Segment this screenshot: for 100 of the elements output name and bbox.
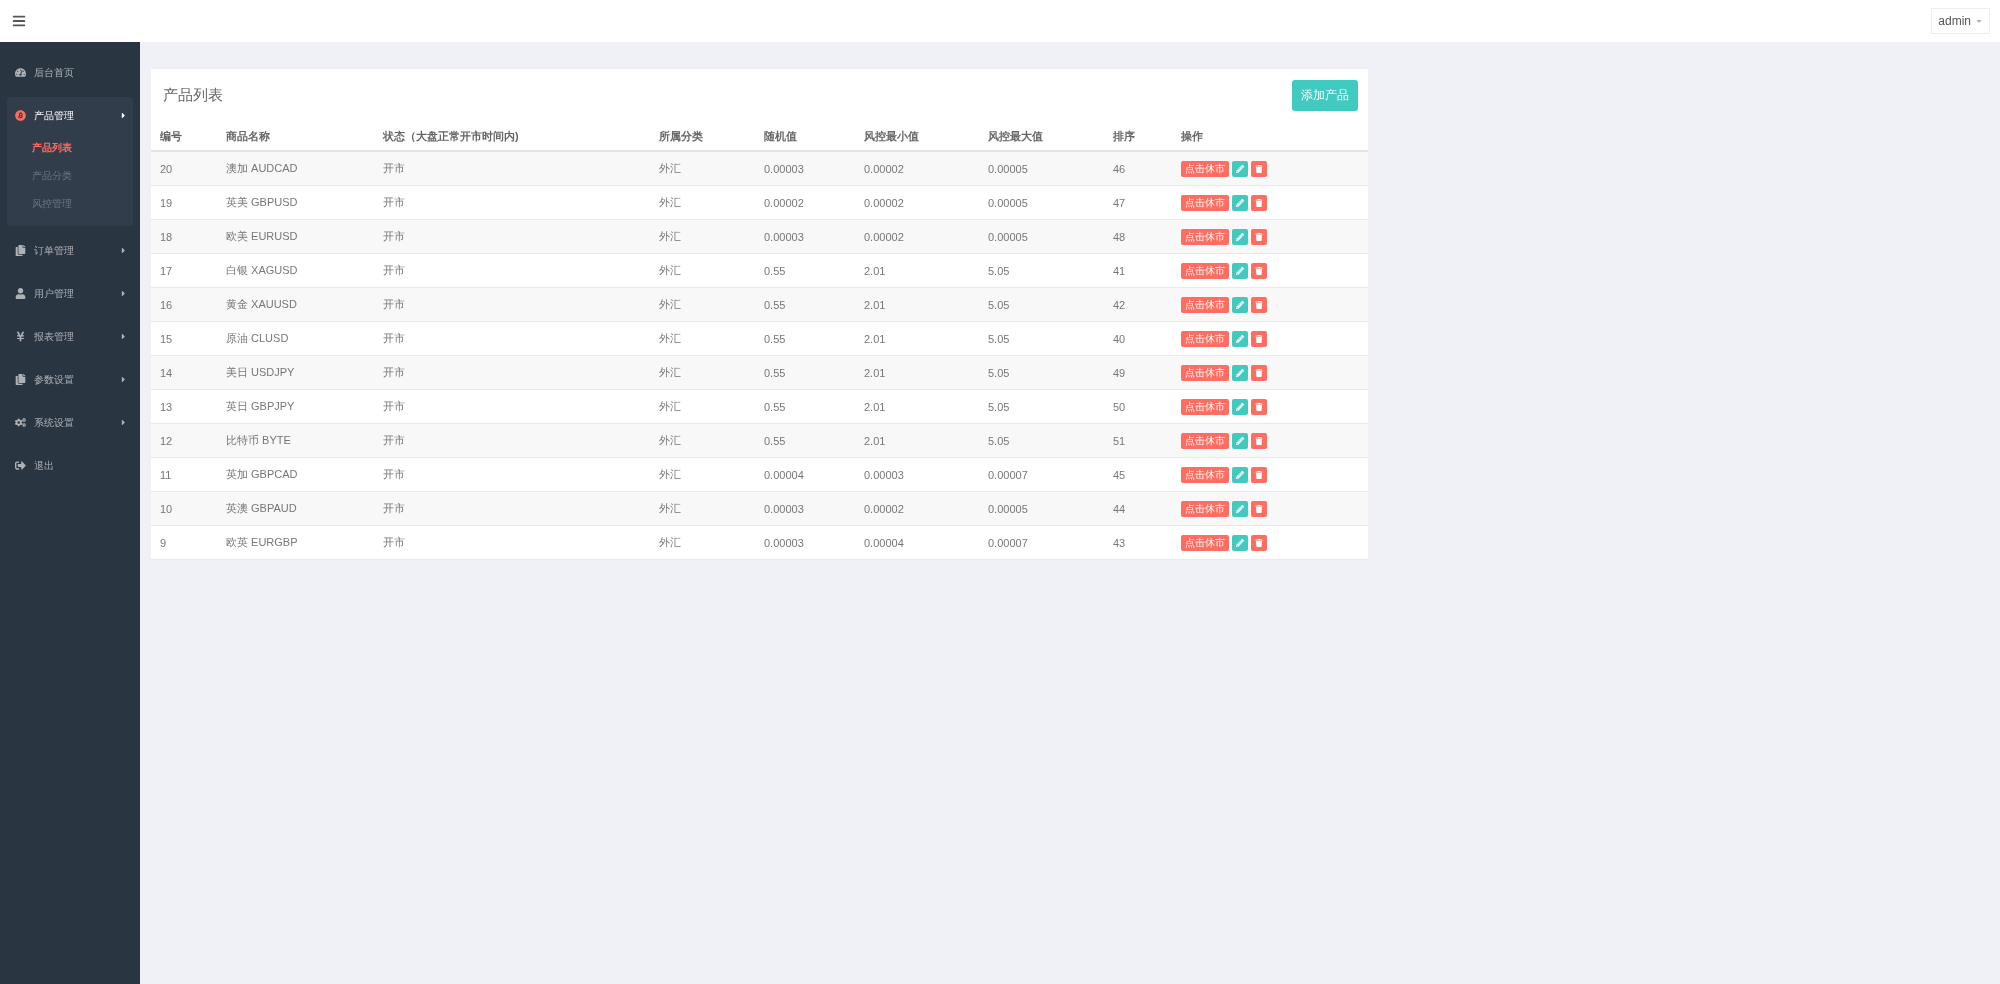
pencil-icon — [1236, 504, 1244, 513]
trash-icon — [1255, 334, 1263, 343]
table-cell-text: 0.00003 — [764, 230, 805, 243]
pencil-icon — [1236, 436, 1244, 445]
table-cell-text: 0.00005 — [988, 162, 1029, 175]
bitcoin-icon — [15, 110, 26, 121]
edit-button[interactable] — [1232, 398, 1248, 415]
table-cell-text: 0.00003 — [864, 468, 905, 481]
table-cell-text: 0.55 — [764, 400, 787, 413]
edit-button[interactable] — [1232, 364, 1248, 381]
user-menu[interactable]: admin — [1931, 8, 1990, 34]
table-cell-text: 5.05 — [988, 400, 1011, 413]
edit-button[interactable] — [1232, 296, 1248, 313]
table-cell-text: 欧英 EURGBP — [226, 535, 299, 550]
table-cell-text: 0.00002 — [864, 230, 905, 243]
trash-icon — [1255, 164, 1263, 173]
table-cell-text: 开市 — [383, 161, 406, 176]
close-market-button[interactable]: 点击休市 — [1181, 228, 1229, 245]
table-cell-text: 英日 GBPJPY — [226, 399, 296, 414]
delete-button[interactable] — [1251, 296, 1267, 313]
table-cell-text: 开市 — [383, 331, 406, 346]
menu-icon[interactable] — [12, 14, 26, 28]
sidebar-item[interactable]: 报表管理 — [7, 318, 133, 355]
close-market-button[interactable]: 点击休市 — [1181, 500, 1229, 517]
close-market-button[interactable]: 点击休市 — [1181, 534, 1229, 551]
table-cell-text: 2.01 — [864, 434, 887, 447]
table-cell-text: 外汇 — [659, 229, 682, 244]
sidebar-item[interactable]: 参数设置 — [7, 361, 133, 398]
edit-button[interactable] — [1232, 194, 1248, 211]
column-header: 风控最小值 — [864, 128, 920, 144]
table-cell-text: 开市 — [383, 229, 406, 244]
close-market-button[interactable]: 点击休市 — [1181, 296, 1229, 313]
table-cell-text: 18 — [160, 230, 174, 243]
delete-button[interactable] — [1251, 500, 1267, 517]
table-cell-text: 外汇 — [659, 263, 682, 278]
table-cell-text: 0.55 — [764, 298, 787, 311]
table-cell-text: 英澳 GBPAUD — [226, 501, 298, 516]
table-cell-text: 开市 — [383, 195, 406, 210]
delete-button[interactable] — [1251, 194, 1267, 211]
close-market-button[interactable]: 点击休市 — [1181, 160, 1229, 177]
delete-button[interactable] — [1251, 160, 1267, 177]
delete-button[interactable] — [1251, 534, 1267, 551]
table-cell-text: 外汇 — [659, 331, 682, 346]
trash-icon — [1255, 538, 1263, 547]
table-cell-text: 19 — [160, 196, 174, 209]
table-cell-text: 0.00002 — [764, 196, 805, 209]
delete-button[interactable] — [1251, 432, 1267, 449]
edit-button[interactable] — [1232, 160, 1248, 177]
table-cell-text: 开市 — [383, 467, 406, 482]
close-market-button[interactable]: 点击休市 — [1181, 432, 1229, 449]
table-cell-text: 0.00002 — [864, 502, 905, 515]
edit-button[interactable] — [1232, 432, 1248, 449]
table-cell-text: 5.05 — [988, 332, 1011, 345]
sidebar-item[interactable]: 后台首页 — [7, 54, 133, 91]
close-market-button[interactable]: 点击休市 — [1181, 466, 1229, 483]
table-cell-text: 0.00003 — [764, 536, 805, 549]
add-product-button[interactable]: 添加产品 — [1292, 80, 1358, 111]
close-market-button[interactable]: 点击休市 — [1181, 364, 1229, 381]
edit-button[interactable] — [1232, 228, 1248, 245]
edit-button[interactable] — [1232, 500, 1248, 517]
table-cell-text: 47 — [1113, 196, 1127, 209]
table-cell-text: 49 — [1113, 366, 1127, 379]
sidebar-item[interactable]: 产品管理 — [7, 97, 133, 134]
close-market-button[interactable]: 点击休市 — [1181, 398, 1229, 415]
close-market-button[interactable]: 点击休市 — [1181, 262, 1229, 279]
table-cell-text: 43 — [1113, 536, 1127, 549]
table-cell-text: 44 — [1113, 502, 1127, 515]
table-cell-text: 45 — [1113, 468, 1127, 481]
edit-button[interactable] — [1232, 466, 1248, 483]
table-cell-text: 开市 — [383, 535, 406, 550]
table-cell-text: 5.05 — [988, 264, 1011, 277]
delete-button[interactable] — [1251, 398, 1267, 415]
sidebar-item[interactable]: 订单管理 — [7, 232, 133, 269]
table-cell-text: 0.00002 — [864, 196, 905, 209]
close-market-button[interactable]: 点击休市 — [1181, 194, 1229, 211]
sidebar-item[interactable]: 系统设置 — [7, 404, 133, 441]
table-cell-text: 41 — [1113, 264, 1127, 277]
delete-button[interactable] — [1251, 364, 1267, 381]
yen-icon — [15, 331, 26, 342]
close-market-button[interactable]: 点击休市 — [1181, 330, 1229, 347]
table-cell-text: 0.00005 — [988, 230, 1029, 243]
sidebar-item[interactable]: 退出 — [7, 447, 133, 484]
edit-button[interactable] — [1232, 330, 1248, 347]
delete-button[interactable] — [1251, 466, 1267, 483]
table-cell-text: 白银 XAGUSD — [226, 263, 299, 278]
delete-button[interactable] — [1251, 330, 1267, 347]
table-cell-text: 0.00003 — [764, 502, 805, 515]
edit-button[interactable] — [1232, 534, 1248, 551]
table-cell-text: 2.01 — [864, 264, 887, 277]
pencil-icon — [1236, 232, 1244, 241]
submenu-item[interactable]: 产品列表 — [7, 134, 133, 162]
sidebar-item[interactable]: 用户管理 — [7, 275, 133, 312]
delete-button[interactable] — [1251, 228, 1267, 245]
pencil-icon — [1236, 300, 1244, 309]
delete-button[interactable] — [1251, 262, 1267, 279]
edit-button[interactable] — [1232, 262, 1248, 279]
table-cell-text: 0.00007 — [988, 536, 1029, 549]
table-cell-text: 0.55 — [764, 366, 787, 379]
table-cell-text: 50 — [1113, 400, 1127, 413]
table-cell-text: 2.01 — [864, 400, 887, 413]
